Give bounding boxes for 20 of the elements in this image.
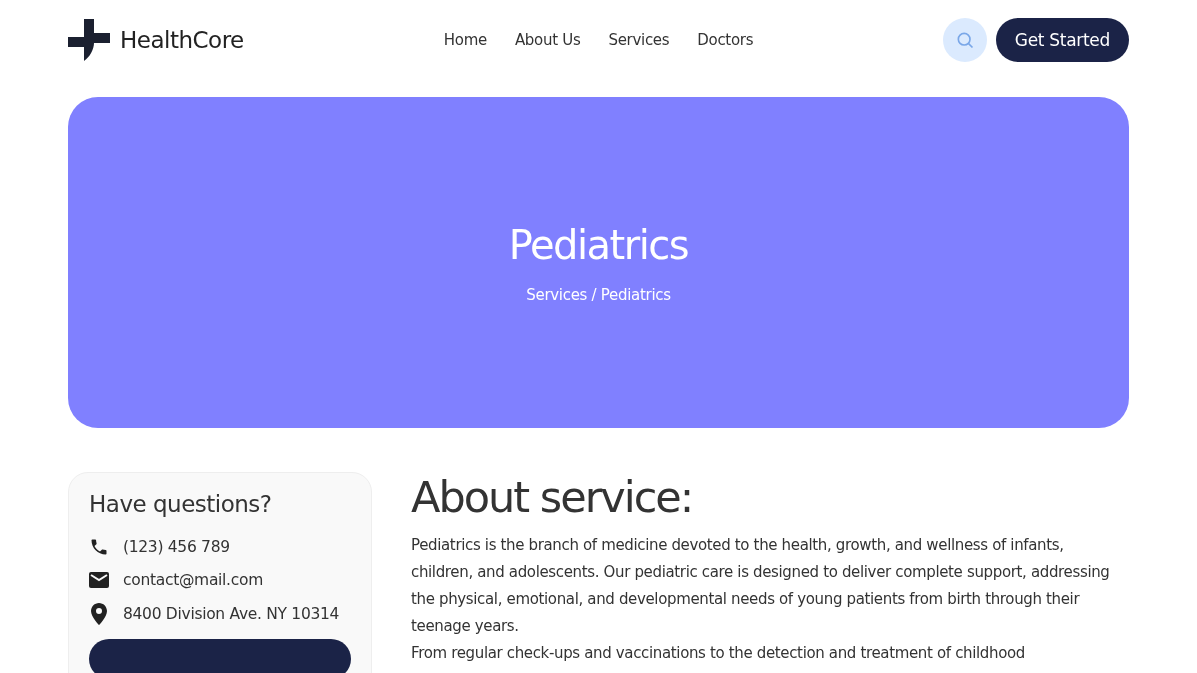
nav-link[interactable]: About Us xyxy=(514,31,581,49)
mail-icon xyxy=(89,572,109,588)
card-title: Have questions? xyxy=(89,491,273,517)
nav-link[interactable]: Doctors xyxy=(697,31,754,49)
body-paragraph: From regular check-ups and vaccinations to the detection and treatment of childhood xyxy=(411,643,1026,664)
phone-icon xyxy=(89,537,109,557)
section-heading: About service: xyxy=(411,472,694,522)
brand-name: HealthCore xyxy=(120,27,244,53)
contact-text: 8400 Division Ave. NY 10314 xyxy=(123,605,340,623)
contact-text: (123) 456 789 xyxy=(123,538,230,556)
cross-logo-icon xyxy=(68,19,110,61)
get-started-button[interactable]: Get Started xyxy=(995,18,1129,62)
page-title: Pediatrics xyxy=(508,221,689,268)
location-pin-icon xyxy=(91,603,107,625)
contact-text: contact@mail.com xyxy=(123,571,263,589)
body-paragraph: Pediatrics is the branch of medicine devoted to the health, growth, and wellness of infants, children, and adolescents. Our pediatric care is designed to deliver complete support, addressing the physical, emotional, and developmental needs of young patients from birth through their teenage years. xyxy=(411,535,1111,637)
nav-link[interactable]: Home xyxy=(443,31,487,49)
card-button[interactable] xyxy=(89,639,351,673)
nav-link[interactable]: Services xyxy=(608,31,670,49)
breadcrumb: Services / Pediatrics xyxy=(526,285,671,304)
